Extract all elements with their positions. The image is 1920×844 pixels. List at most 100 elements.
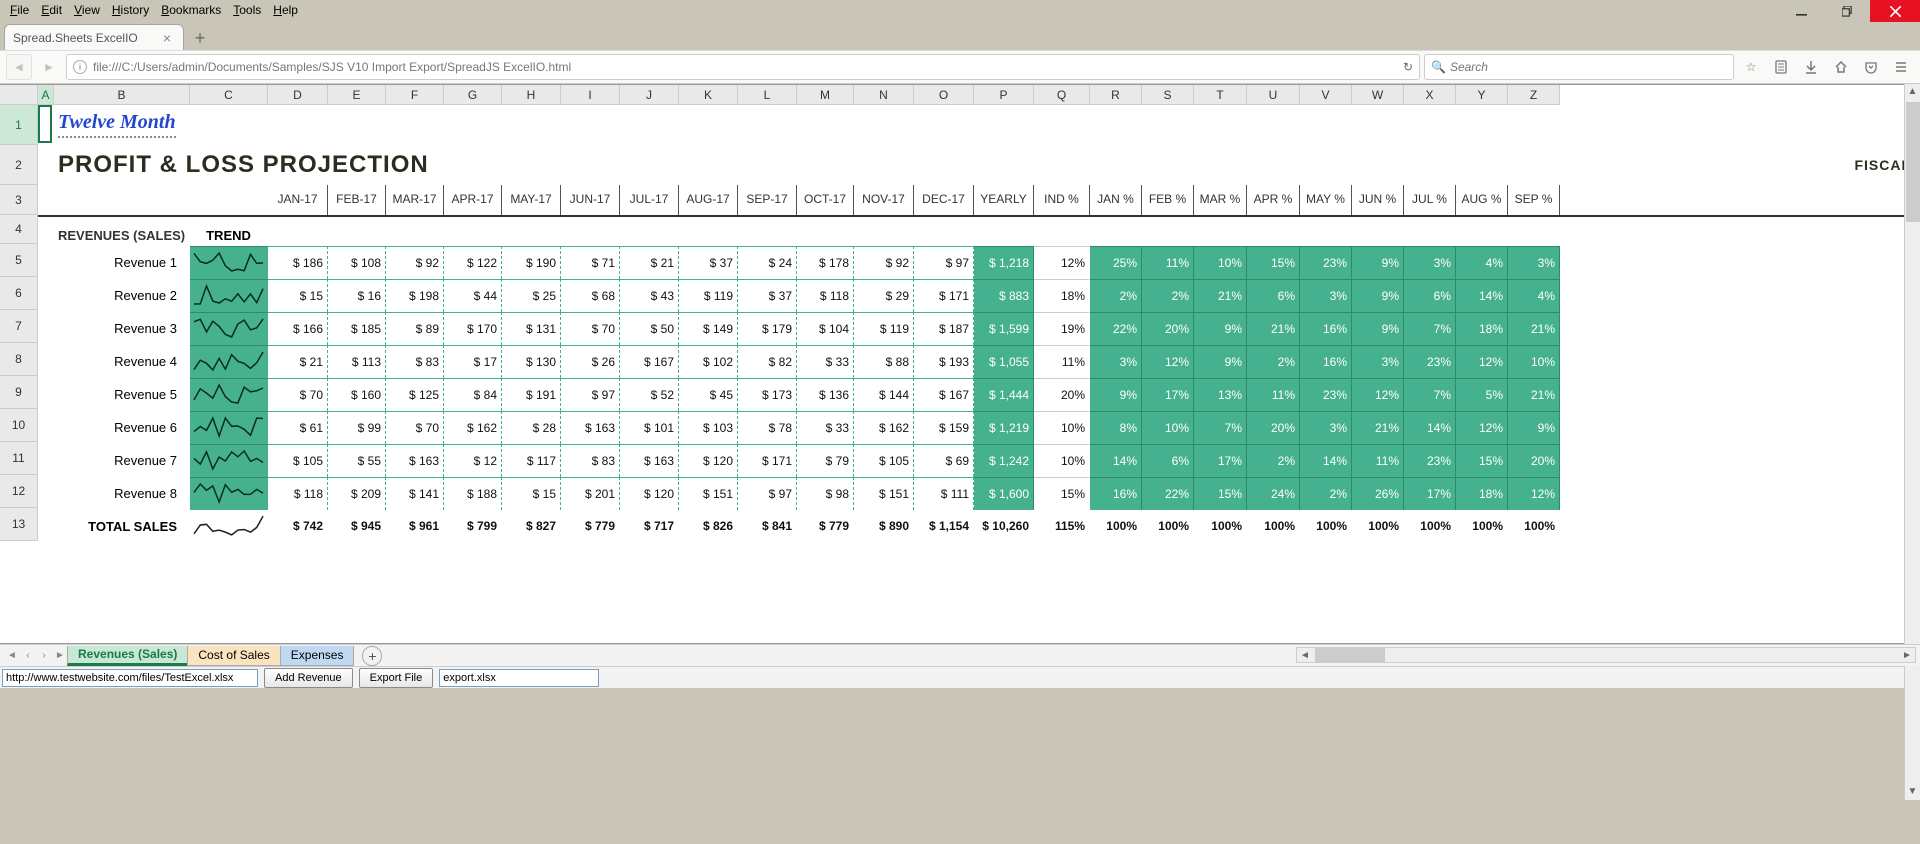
- row-header-2[interactable]: 2: [0, 145, 38, 185]
- pct-cell[interactable]: 9%: [1194, 312, 1247, 345]
- data-cell[interactable]: $ 162: [854, 411, 914, 444]
- totals-cell[interactable]: $ 1,154: [914, 510, 974, 543]
- col-header-X[interactable]: X: [1404, 85, 1456, 105]
- pct-cell[interactable]: 26%: [1352, 477, 1404, 510]
- ind-cell[interactable]: 20%: [1034, 378, 1090, 411]
- data-cell[interactable]: $ 167: [914, 378, 974, 411]
- pct-cell[interactable]: 17%: [1142, 378, 1194, 411]
- pct-cell[interactable]: 7%: [1404, 378, 1456, 411]
- pct-cell[interactable]: 23%: [1404, 345, 1456, 378]
- data-cell[interactable]: $ 79: [797, 444, 854, 477]
- pct-cell[interactable]: 6%: [1404, 279, 1456, 312]
- totals-pct[interactable]: 100%: [1508, 510, 1560, 543]
- data-cell[interactable]: $ 173: [738, 378, 797, 411]
- data-cell[interactable]: $ 170: [444, 312, 502, 345]
- yearly-cell[interactable]: $ 883: [974, 279, 1034, 312]
- pct-cell[interactable]: 23%: [1404, 444, 1456, 477]
- hamburger-icon[interactable]: [1888, 54, 1914, 80]
- totals-cell[interactable]: $ 827: [502, 510, 561, 543]
- data-cell[interactable]: $ 201: [561, 477, 620, 510]
- data-cell[interactable]: $ 71: [561, 246, 620, 279]
- data-cell[interactable]: $ 25: [502, 279, 561, 312]
- pct-cell[interactable]: 21%: [1247, 312, 1300, 345]
- pct-cell[interactable]: 21%: [1508, 312, 1560, 345]
- col-header-N[interactable]: N: [854, 85, 914, 105]
- pct-cell[interactable]: 15%: [1456, 444, 1508, 477]
- data-cell[interactable]: $ 125: [386, 378, 444, 411]
- data-cell[interactable]: $ 118: [268, 477, 328, 510]
- data-cell[interactable]: $ 37: [679, 246, 738, 279]
- col-header-S[interactable]: S: [1142, 85, 1194, 105]
- col-header-M[interactable]: M: [797, 85, 854, 105]
- col-header-W[interactable]: W: [1352, 85, 1404, 105]
- data-cell[interactable]: $ 99: [328, 411, 386, 444]
- data-cell[interactable]: $ 33: [797, 345, 854, 378]
- totals-cell[interactable]: $ 961: [386, 510, 444, 543]
- search-input[interactable]: [1450, 60, 1727, 74]
- pct-cell[interactable]: 12%: [1456, 411, 1508, 444]
- totals-cell[interactable]: $ 945: [328, 510, 386, 543]
- export-filename-input[interactable]: [439, 669, 599, 687]
- cells-area[interactable]: Twelve MonthPROFIT & LOSS PROJECTIONFISC…: [38, 105, 1920, 643]
- col-header-C[interactable]: C: [190, 85, 268, 105]
- data-cell[interactable]: $ 193: [914, 345, 974, 378]
- col-header-U[interactable]: U: [1247, 85, 1300, 105]
- yearly-cell[interactable]: $ 1,599: [974, 312, 1034, 345]
- pct-cell[interactable]: 3%: [1508, 246, 1560, 279]
- data-cell[interactable]: $ 105: [268, 444, 328, 477]
- data-cell[interactable]: $ 69: [914, 444, 974, 477]
- col-header-T[interactable]: T: [1194, 85, 1247, 105]
- data-cell[interactable]: $ 162: [444, 411, 502, 444]
- data-cell[interactable]: $ 44: [444, 279, 502, 312]
- scroll-down-button[interactable]: ▼: [1905, 784, 1920, 800]
- totals-cell[interactable]: $ 742: [268, 510, 328, 543]
- pct-cell[interactable]: 3%: [1090, 345, 1142, 378]
- col-header-J[interactable]: J: [620, 85, 679, 105]
- pct-cell[interactable]: 11%: [1247, 378, 1300, 411]
- data-cell[interactable]: $ 179: [738, 312, 797, 345]
- sheet-tab[interactable]: Revenues (Sales): [67, 646, 188, 666]
- totals-pct[interactable]: 100%: [1456, 510, 1508, 543]
- row-header-3[interactable]: 3: [0, 185, 38, 215]
- totals-pct[interactable]: 100%: [1090, 510, 1142, 543]
- data-cell[interactable]: $ 102: [679, 345, 738, 378]
- data-cell[interactable]: $ 163: [386, 444, 444, 477]
- data-cell[interactable]: $ 104: [797, 312, 854, 345]
- sheet-nav-last[interactable]: ►: [52, 650, 68, 661]
- pct-cell[interactable]: 3%: [1300, 279, 1352, 312]
- pct-cell[interactable]: 21%: [1194, 279, 1247, 312]
- totals-cell[interactable]: $ 826: [679, 510, 738, 543]
- row-header-9[interactable]: 9: [0, 376, 38, 409]
- col-header-R[interactable]: R: [1090, 85, 1142, 105]
- data-cell[interactable]: $ 136: [797, 378, 854, 411]
- data-cell[interactable]: $ 24: [738, 246, 797, 279]
- data-cell[interactable]: $ 101: [620, 411, 679, 444]
- pct-cell[interactable]: 20%: [1142, 312, 1194, 345]
- pct-cell[interactable]: 3%: [1404, 246, 1456, 279]
- data-cell[interactable]: $ 97: [561, 378, 620, 411]
- col-header-E[interactable]: E: [328, 85, 386, 105]
- row-header-13[interactable]: 13: [0, 508, 38, 541]
- yearly-cell[interactable]: $ 1,218: [974, 246, 1034, 279]
- data-cell[interactable]: $ 119: [679, 279, 738, 312]
- row-header-4[interactable]: 4: [0, 215, 38, 244]
- select-all-corner[interactable]: [0, 85, 38, 105]
- data-cell[interactable]: $ 130: [502, 345, 561, 378]
- data-cell[interactable]: $ 198: [386, 279, 444, 312]
- totals-cell[interactable]: $ 779: [561, 510, 620, 543]
- pct-cell[interactable]: 17%: [1194, 444, 1247, 477]
- pct-cell[interactable]: 12%: [1352, 378, 1404, 411]
- data-cell[interactable]: $ 151: [679, 477, 738, 510]
- data-cell[interactable]: $ 70: [268, 378, 328, 411]
- pct-cell[interactable]: 14%: [1404, 411, 1456, 444]
- data-cell[interactable]: $ 160: [328, 378, 386, 411]
- data-cell[interactable]: $ 191: [502, 378, 561, 411]
- sheet-nav-first[interactable]: ◄: [4, 650, 20, 661]
- pct-cell[interactable]: 9%: [1194, 345, 1247, 378]
- totals-cell[interactable]: $ 841: [738, 510, 797, 543]
- menu-edit[interactable]: Edit: [35, 1, 68, 19]
- data-cell[interactable]: $ 167: [620, 345, 679, 378]
- data-cell[interactable]: $ 120: [679, 444, 738, 477]
- ind-cell[interactable]: 12%: [1034, 246, 1090, 279]
- menu-history[interactable]: History: [106, 1, 155, 19]
